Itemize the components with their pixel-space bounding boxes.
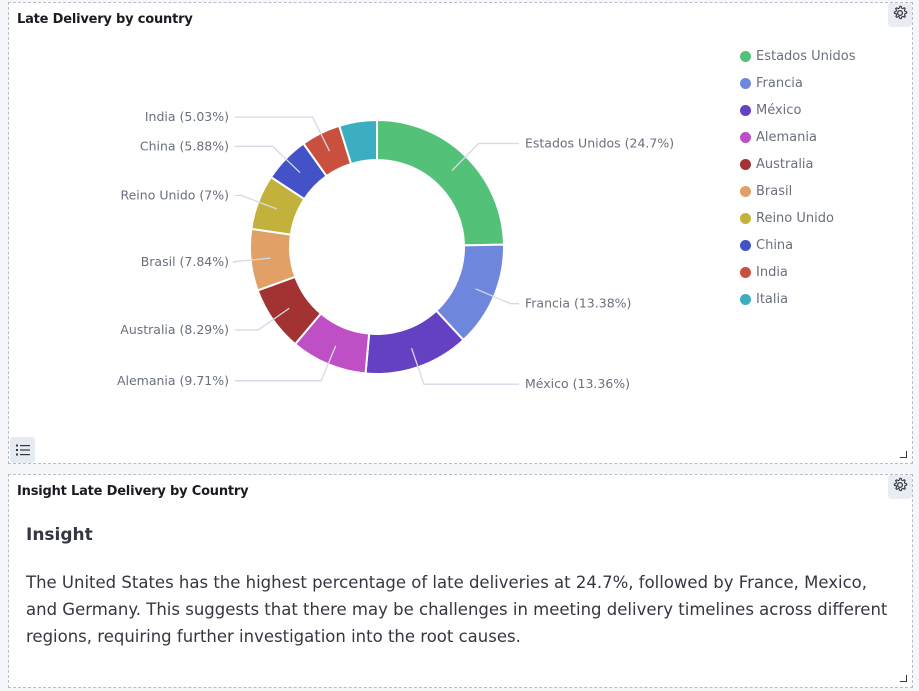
legend-item-italia[interactable]: Italia xyxy=(740,286,856,313)
chart-legend: Estados Unidos Francia México Alemania Austr… xyxy=(740,43,856,313)
resize-corner-icon[interactable] xyxy=(900,451,907,458)
slice-label: China (5.88%) xyxy=(140,138,229,153)
insight-heading: Insight xyxy=(26,525,93,545)
legend-label: Brasil xyxy=(756,184,793,199)
legend-item-francia[interactable]: Francia xyxy=(740,70,856,97)
slice-label: México (13.36%) xyxy=(525,376,630,391)
legend-label: Alemania xyxy=(756,130,817,145)
legend-item-méxico[interactable]: México xyxy=(740,97,856,124)
slice-label: Alemania (9.71%) xyxy=(117,373,229,388)
legend-swatch xyxy=(740,213,751,224)
chart-panel-settings-button[interactable] xyxy=(888,3,912,27)
legend-label: Australia xyxy=(756,157,814,172)
list-icon xyxy=(15,441,30,460)
slice-label: Reino Unido (7%) xyxy=(120,187,229,202)
slice-label: India (5.03%) xyxy=(145,109,229,124)
gear-icon xyxy=(892,477,908,497)
legend-label: México xyxy=(756,103,802,118)
legend-item-reino-unido[interactable]: Reino Unido xyxy=(740,205,856,232)
slice-label: Estados Unidos (24.7%) xyxy=(525,136,674,151)
slice-label: Francia (13.38%) xyxy=(525,296,631,311)
donut-slice-estados-unidos[interactable] xyxy=(376,118,505,247)
legend-swatch xyxy=(740,78,751,89)
legend-swatch xyxy=(740,159,751,170)
legend-swatch xyxy=(740,267,751,278)
legend-label: India xyxy=(756,265,788,280)
legend-item-alemania[interactable]: Alemania xyxy=(740,124,856,151)
legend-label: China xyxy=(756,238,794,253)
legend-swatch xyxy=(740,240,751,251)
chart-panel: Late Delivery by country Estados Unidos … xyxy=(8,2,913,464)
legend-label: Francia xyxy=(756,76,803,91)
legend-label: Reino Unido xyxy=(756,211,834,226)
legend-label: Italia xyxy=(756,292,789,307)
legend-item-brasil[interactable]: Brasil xyxy=(740,178,856,205)
donut-chart: Estados Unidos (24.7%) Francia (13.38%) Mé… xyxy=(117,109,674,391)
slice-label: Brasil (7.84%) xyxy=(141,254,229,269)
legend-label: Estados Unidos xyxy=(756,49,856,64)
legend-toggle-button[interactable] xyxy=(10,437,35,463)
resize-corner-icon[interactable] xyxy=(900,675,907,682)
insight-body-text: The United States has the highest percen… xyxy=(26,573,888,646)
legend-item-australia[interactable]: Australia xyxy=(740,151,856,178)
insight-panel: Insight Late Delivery by Country Insight… xyxy=(8,474,913,688)
legend-item-india[interactable]: India xyxy=(740,259,856,286)
legend-swatch xyxy=(740,294,751,305)
legend-swatch xyxy=(740,132,751,143)
legend-item-estados-unidos[interactable]: Estados Unidos xyxy=(740,43,856,70)
slice-label: Australia (8.29%) xyxy=(120,322,229,337)
legend-swatch xyxy=(740,51,751,62)
legend-swatch xyxy=(740,105,751,116)
insight-panel-title: Insight Late Delivery by Country xyxy=(17,484,249,499)
gear-icon xyxy=(892,5,908,25)
legend-swatch xyxy=(740,186,751,197)
legend-item-china[interactable]: China xyxy=(740,232,856,259)
insight-panel-settings-button[interactable] xyxy=(888,475,912,499)
